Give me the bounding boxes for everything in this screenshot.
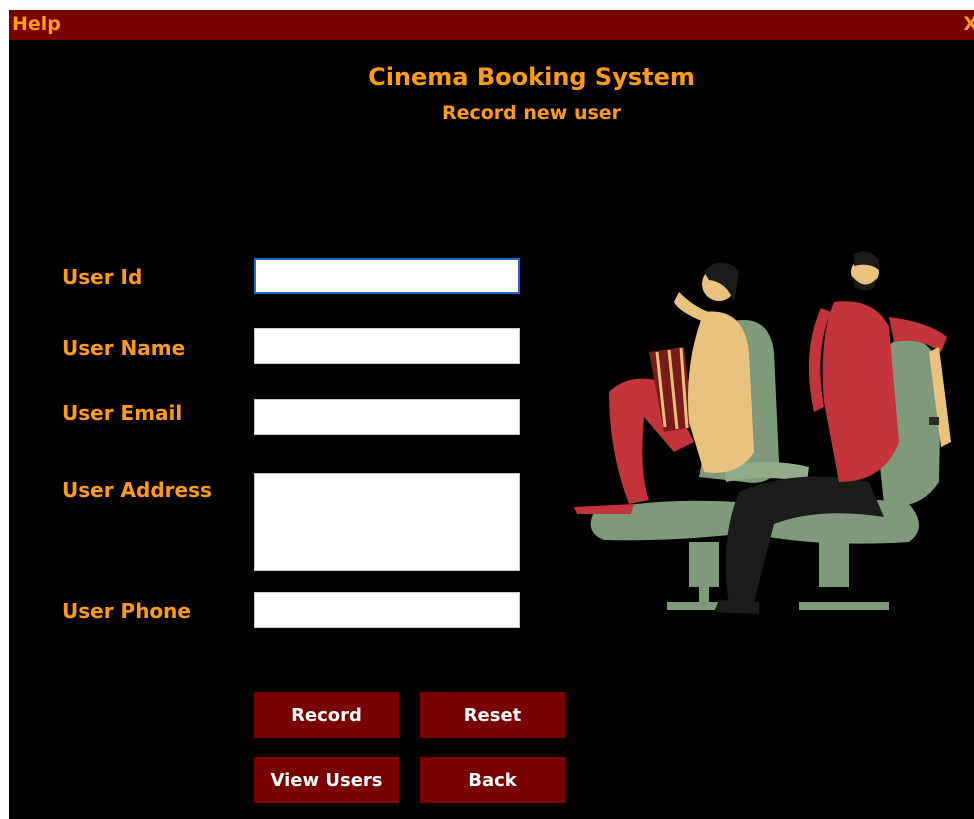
cinema-couple-illustration-icon xyxy=(574,251,951,614)
reset-button[interactable]: Reset xyxy=(420,692,565,738)
back-button[interactable]: Back xyxy=(420,757,565,803)
user-id-input[interactable] xyxy=(254,258,520,294)
record-button[interactable]: Record xyxy=(254,692,399,738)
user-phone-input[interactable] xyxy=(254,592,520,628)
app-window: Help X Cinema Booking System Record new … xyxy=(9,10,974,819)
user-name-input[interactable] xyxy=(254,328,520,364)
user-phone-label: User Phone xyxy=(62,599,191,623)
help-menu[interactable]: Help xyxy=(12,13,61,35)
user-name-label: User Name xyxy=(62,336,186,360)
user-id-label: User Id xyxy=(62,265,143,289)
close-button[interactable]: X xyxy=(963,13,974,35)
user-address-input[interactable] xyxy=(254,473,520,571)
menu-bar: Help X xyxy=(9,10,974,40)
form-title: Record new user xyxy=(441,102,622,124)
app-title: Cinema Booking System xyxy=(368,63,695,91)
user-email-input[interactable] xyxy=(254,399,520,435)
view-users-button[interactable]: View Users xyxy=(254,757,399,803)
user-email-label: User Email xyxy=(62,401,183,425)
user-address-label: User Address xyxy=(62,478,212,502)
